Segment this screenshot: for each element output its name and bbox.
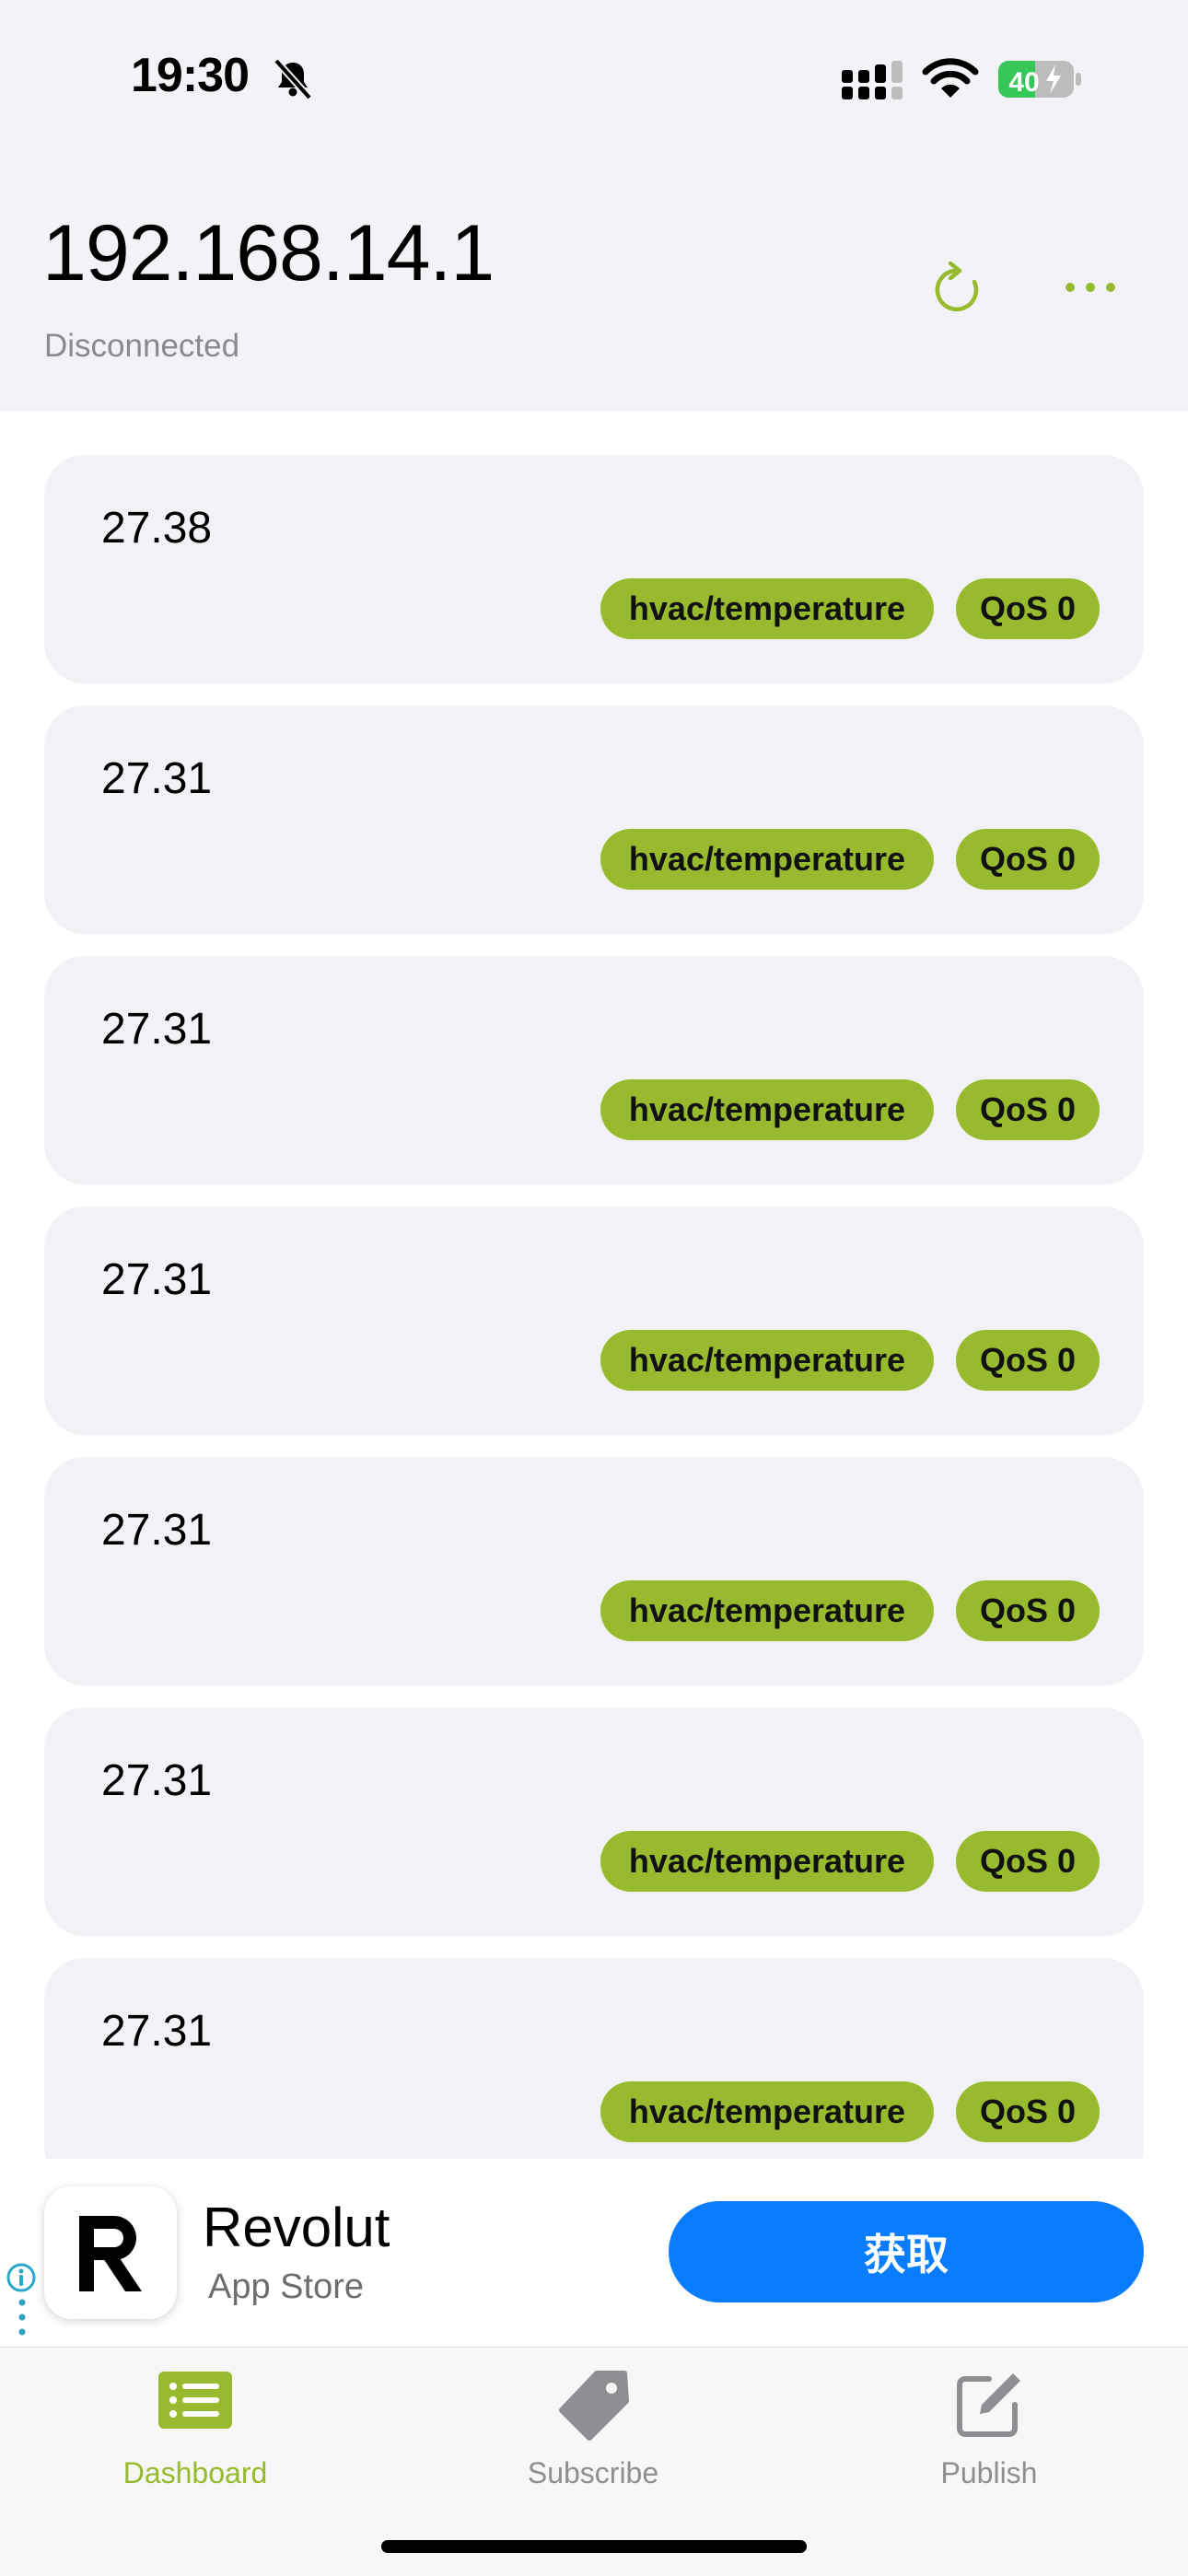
message-card[interactable]: 27.31 hvac/temperature QoS 0 — [44, 1708, 1144, 1936]
topic-tag: hvac/temperature — [600, 1831, 934, 1892]
ad-info-icon[interactable] — [6, 2262, 37, 2293]
topic-tag: hvac/temperature — [600, 2081, 934, 2142]
tab-label: Publish — [940, 2456, 1038, 2489]
tab-publish[interactable]: Publish — [851, 2348, 1127, 2495]
message-payload: 27.31 — [101, 754, 213, 803]
svg-text:40: 40 — [1008, 67, 1039, 98]
cellular-signal-icon — [842, 61, 903, 99]
list-icon — [158, 2372, 232, 2429]
message-payload: 27.38 — [101, 504, 213, 553]
tab-dashboard[interactable]: Dashboard — [57, 2348, 333, 2495]
tab-subscribe[interactable]: Subscribe — [455, 2348, 731, 2495]
qos-tag: QoS 0 — [956, 829, 1100, 890]
topic-tag: hvac/temperature — [600, 1580, 934, 1641]
ad-menu-icon[interactable] — [18, 2299, 26, 2339]
app-logo[interactable] — [44, 2186, 177, 2319]
home-indicator[interactable] — [381, 2540, 807, 2553]
message-card[interactable]: 27.38 hvac/temperature QoS 0 — [44, 455, 1144, 683]
message-card[interactable]: 27.31 hvac/temperature QoS 0 — [44, 1457, 1144, 1685]
edit-icon — [957, 2373, 1020, 2437]
ad-banner[interactable]: Revolut App Store 获取 — [0, 2159, 1188, 2347]
ad-app-name: Revolut — [203, 2197, 390, 2258]
qos-tag: QoS 0 — [956, 578, 1100, 639]
message-payload: 27.31 — [101, 2007, 213, 2056]
message-card[interactable]: 27.31 hvac/temperature QoS 0 — [44, 1206, 1144, 1435]
more-options-icon[interactable] — [1063, 273, 1118, 302]
topic-tag: hvac/temperature — [600, 578, 934, 639]
message-payload: 27.31 — [101, 1255, 213, 1304]
ad-source: App Store — [208, 2267, 364, 2306]
message-card[interactable]: 27.31 hvac/temperature QoS 0 — [44, 1958, 1144, 2159]
message-payload: 27.31 — [101, 1756, 213, 1805]
battery-icon: 40 — [998, 61, 1081, 98]
tag-icon — [559, 2371, 629, 2441]
revolut-logo-icon — [79, 2216, 142, 2291]
message-card[interactable]: 27.31 hvac/temperature QoS 0 — [44, 956, 1144, 1184]
message-payload: 27.31 — [101, 1506, 213, 1555]
tab-label: Subscribe — [527, 2456, 659, 2489]
qos-tag: QoS 0 — [956, 1831, 1100, 1892]
qos-tag: QoS 0 — [956, 2081, 1100, 2142]
status-time: 19:30 — [131, 49, 250, 102]
topic-tag: hvac/temperature — [600, 1079, 934, 1140]
connection-status: Disconnected — [44, 328, 240, 364]
qos-tag: QoS 0 — [956, 1079, 1100, 1140]
qos-tag: QoS 0 — [956, 1330, 1100, 1391]
refresh-icon[interactable] — [928, 260, 987, 319]
tab-label: Dashboard — [122, 2456, 268, 2489]
message-payload: 27.31 — [101, 1005, 213, 1054]
get-app-button[interactable]: 获取 — [669, 2201, 1144, 2302]
broker-address-title: 192.168.14.1 — [42, 209, 495, 297]
topic-tag: hvac/temperature — [600, 829, 934, 890]
message-card[interactable]: 27.31 hvac/temperature QoS 0 — [44, 705, 1144, 934]
wifi-icon — [922, 58, 979, 98]
silent-mode-icon — [274, 58, 312, 100]
topic-tag: hvac/temperature — [600, 1330, 934, 1391]
message-list[interactable]: 27.38 hvac/temperature QoS 0 27.31 hvac/… — [44, 455, 1144, 2159]
qos-tag: QoS 0 — [956, 1580, 1100, 1641]
